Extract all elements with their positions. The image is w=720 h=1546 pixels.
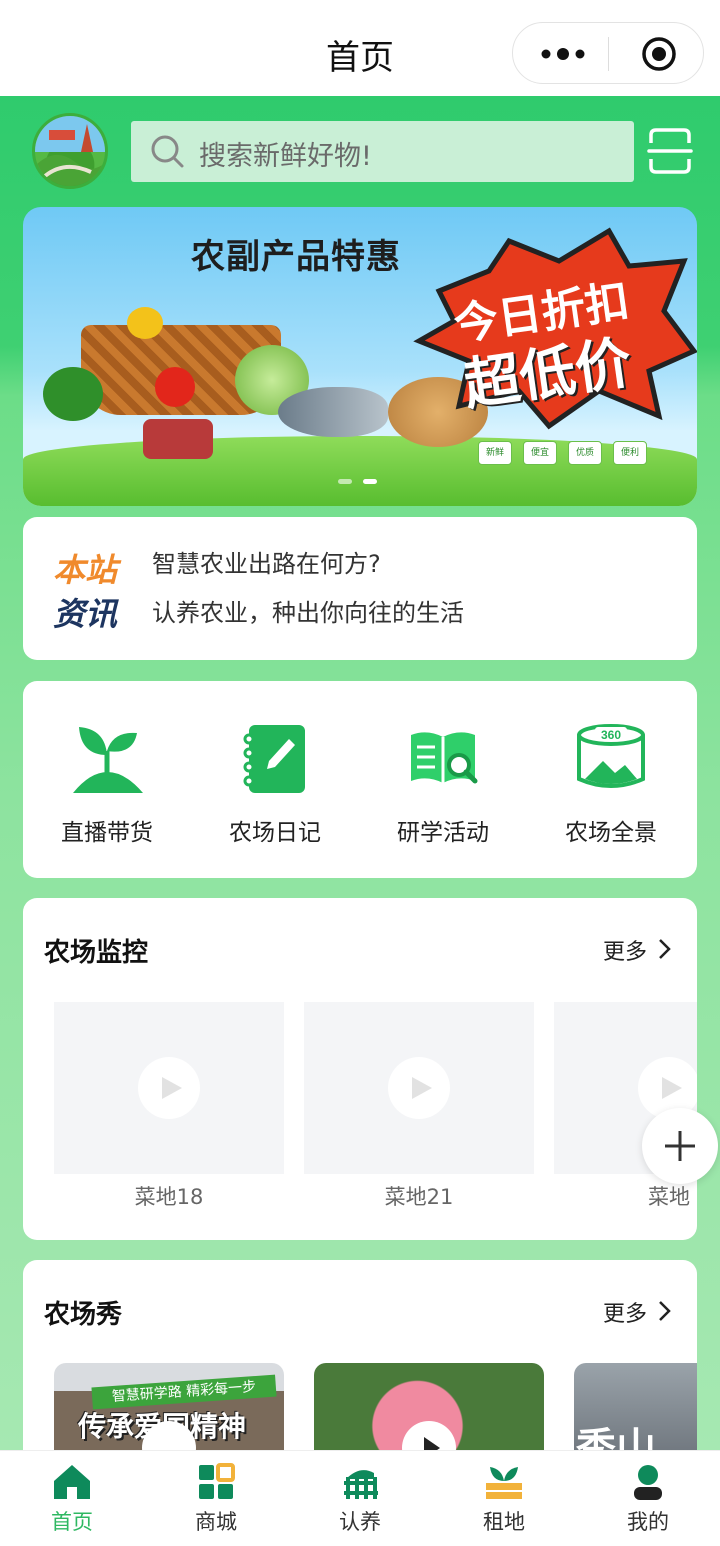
news-card[interactable]: 本站 资讯 智慧农业出路在何方? 认养农业，种出你向往的生活 (23, 517, 697, 660)
more-label: 更多 (603, 940, 648, 965)
title-bar: 首页 (0, 0, 720, 96)
more-icon[interactable] (539, 40, 587, 68)
badge-cheap: 便宜 (523, 441, 557, 465)
news-item[interactable]: 认养农业，种出你向往的生活 (152, 593, 464, 628)
more-label: 更多 (603, 1302, 648, 1327)
tab-home[interactable]: 首页 (0, 1451, 144, 1546)
badge-fresh: 新鲜 (478, 441, 512, 465)
tab-label: 首页 (51, 1510, 93, 1534)
section-title: 农场监控 (44, 938, 149, 968)
video-label: 菜地18 (134, 1185, 204, 1209)
menu-item-label: 研学活动 (397, 820, 489, 846)
book-search-icon (411, 732, 478, 784)
tab-label: 租地 (483, 1510, 525, 1534)
banner-meat (143, 419, 213, 459)
news-label-bottom: 资讯 (53, 595, 118, 633)
menu-item-study-activity[interactable]: 研学活动 (359, 721, 527, 851)
add-button[interactable] (642, 1108, 718, 1184)
mini-program-capsule (512, 22, 704, 84)
menu-item-live-sales[interactable]: 直播带货 (23, 721, 191, 851)
bottom-tab-bar: 首页 商城 认养 租地 我的 (0, 1450, 720, 1546)
tab-mall[interactable]: 商城 (144, 1451, 288, 1546)
tab-label: 认养 (339, 1510, 381, 1534)
capsule-divider (608, 37, 609, 71)
menu-item-farm-panorama[interactable]: 360 农场全景 (527, 721, 695, 851)
search-placeholder: 搜索新鲜好物! (199, 141, 372, 172)
panorama-360-icon: 360 (577, 724, 645, 788)
tab-label: 我的 (627, 1510, 669, 1534)
search-icon (151, 135, 184, 168)
home-icon (54, 1465, 90, 1499)
promo-banner[interactable]: 农副产品特惠 今日折扣 超低价 新鲜 便宜 优质 便利 (23, 207, 697, 506)
banner-tomato (155, 367, 195, 407)
menu-item-label: 直播带货 (61, 820, 153, 846)
plus-icon (665, 1131, 695, 1161)
grid-apps-icon (199, 1463, 235, 1499)
farm-fence-icon (344, 1470, 378, 1499)
menu-item-farm-diary[interactable]: 农场日记 (191, 721, 359, 851)
tab-adopt[interactable]: 认养 (288, 1451, 432, 1546)
user-icon (634, 1465, 662, 1500)
scan-icon[interactable] (647, 127, 693, 175)
video-label: 菜地 (648, 1185, 690, 1209)
svg-text:360: 360 (601, 728, 621, 742)
play-icon (138, 1057, 200, 1119)
banner-fish (278, 387, 388, 437)
menu-item-label: 农场日记 (229, 820, 321, 846)
section-title: 农场秀 (44, 1300, 123, 1330)
badge-quality: 优质 (568, 441, 602, 465)
video-thumbnail[interactable] (54, 1002, 284, 1174)
farm-monitor-section: 农场监控 更多 菜地18 菜地21 菜地 (23, 898, 697, 1240)
video-thumbnail[interactable] (304, 1002, 534, 1174)
video-label: 菜地21 (384, 1185, 454, 1209)
banner-broccoli (43, 367, 103, 421)
news-label-top: 本站 (53, 551, 118, 589)
carousel-dot-active[interactable] (363, 479, 377, 484)
more-link[interactable]: 更多 (603, 934, 671, 966)
land-sprout-icon (486, 1467, 522, 1499)
more-link[interactable]: 更多 (603, 1296, 671, 1328)
menu-item-label: 农场全景 (565, 820, 657, 846)
chevron-right-icon (659, 1301, 671, 1321)
tab-label: 商城 (195, 1510, 237, 1534)
avatar[interactable] (32, 113, 108, 189)
tab-profile[interactable]: 我的 (576, 1451, 720, 1546)
banner-pepper (127, 307, 163, 339)
notebook-icon (243, 725, 305, 793)
banner-title: 农副产品特惠 (191, 237, 401, 277)
close-mini-program-icon[interactable] (641, 36, 677, 72)
badge-convenient: 便利 (613, 441, 647, 465)
quick-menu: 直播带货 农场日记 研学活动 360 农场全景 (23, 681, 697, 878)
carousel-dot[interactable] (338, 479, 352, 484)
search-bar[interactable]: 搜索新鲜好物! (131, 121, 634, 182)
sprout-icon (73, 727, 143, 793)
play-icon (388, 1057, 450, 1119)
chevron-right-icon (659, 939, 671, 959)
tab-rent-land[interactable]: 租地 (432, 1451, 576, 1546)
news-item[interactable]: 智慧农业出路在何方? (152, 544, 381, 579)
